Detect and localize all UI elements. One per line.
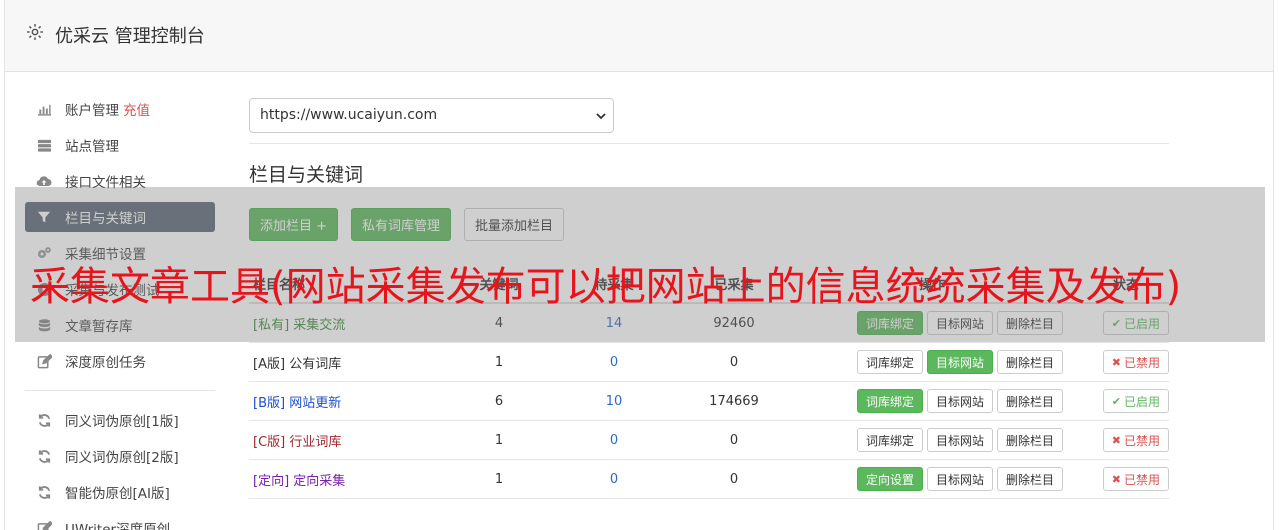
keyword-count: 1: [494, 471, 504, 487]
sidebar-item[interactable]: UWriter深度原创: [25, 513, 215, 530]
status-toggle[interactable]: ✖ 已禁用: [1102, 467, 1169, 491]
delete-column-button[interactable]: 删除栏目: [997, 389, 1064, 413]
column-tag: [B版]: [253, 395, 286, 411]
status-label: 已启用: [1123, 394, 1160, 409]
pending-count[interactable]: 0: [539, 355, 669, 370]
collected-count: 0: [729, 354, 739, 370]
target-site-button[interactable]: 目标网站: [927, 467, 994, 491]
recharge-link[interactable]: 充值: [123, 99, 150, 119]
bind-lib-button[interactable]: 定向设置: [857, 467, 924, 491]
sidebar-item-label: 同义词伪原创[2版]: [65, 450, 179, 466]
status-cell: ✖ 已禁用: [1059, 467, 1169, 491]
keyword-count: 1: [494, 432, 504, 448]
row-actions: 定向设置 目标网站 删除栏目: [799, 467, 1064, 491]
main-content: https://www.ucaiyun.com 栏目与关键词 添加栏目 + 私有…: [249, 98, 1169, 499]
column-tag: [A版]: [253, 356, 286, 372]
table-row: [定向] 定向采集 1 0 0 定向设置 目标网站 删除栏目 ✖ 已禁用: [249, 460, 1169, 499]
refresh-icon: [35, 411, 53, 429]
column-title: 行业词库: [289, 434, 342, 450]
check-icon: ✔: [1111, 394, 1121, 408]
cross-icon: ✖: [1111, 355, 1121, 369]
status-toggle[interactable]: ✖ 已禁用: [1102, 428, 1169, 452]
keyword-count: 6: [494, 393, 504, 409]
row-actions: 词库绑定 目标网站 删除栏目: [799, 428, 1064, 452]
page-title: 优采云 管理控制台: [55, 26, 205, 47]
column-name[interactable]: [定向] 定向采集: [249, 470, 419, 489]
target-site-button[interactable]: 目标网站: [927, 428, 994, 452]
bar-chart-icon: [35, 100, 53, 118]
status-toggle[interactable]: ✖ 已禁用: [1102, 350, 1169, 374]
site-select[interactable]: https://www.ucaiyun.com: [249, 98, 614, 133]
section-title: 栏目与关键词: [249, 164, 364, 186]
sidebar-item[interactable]: 智能伪原创[AI版]: [25, 477, 215, 507]
site-select-value: https://www.ucaiyun.com: [260, 107, 438, 123]
edit-icon: [35, 352, 53, 370]
status-cell: ✖ 已禁用: [1059, 428, 1169, 452]
row-actions: 词库绑定 目标网站 删除栏目: [799, 389, 1064, 413]
delete-column-button[interactable]: 删除栏目: [997, 350, 1064, 374]
collected-count: 0: [729, 471, 739, 487]
column-title: 网站更新: [289, 395, 342, 411]
keyword-count: 1: [494, 354, 504, 370]
table-row: [B版] 网站更新 6 10 174669 词库绑定 目标网站 删除栏目 ✔ 已启用: [249, 382, 1169, 421]
row-actions: 词库绑定 目标网站 删除栏目: [799, 350, 1064, 374]
sidebar-item-label: 智能伪原创[AI版]: [65, 486, 170, 502]
status-cell: ✖ 已禁用: [1059, 350, 1169, 374]
collected-count: 0: [729, 432, 739, 448]
cross-icon: ✖: [1111, 472, 1121, 486]
sidebar-item[interactable]: 同义词伪原创[1版]: [25, 405, 215, 435]
column-tag: [定向]: [253, 473, 290, 489]
status-label: 已禁用: [1123, 433, 1160, 448]
sidebar-item[interactable]: 账户管理 充值: [25, 94, 215, 124]
bind-lib-button[interactable]: 词库绑定: [857, 428, 924, 452]
column-tag: [C版]: [253, 434, 286, 450]
sidebar-item-label: 深度原创任务: [65, 355, 146, 371]
delete-column-button[interactable]: 删除栏目: [997, 428, 1064, 452]
sidebar-item-label: UWriter深度原创: [65, 522, 171, 530]
sidebar-item[interactable]: 同义词伪原创[2版]: [25, 441, 215, 471]
sidebar-item-label: 站点管理: [65, 139, 119, 155]
pending-count[interactable]: 0: [539, 472, 669, 487]
status-cell: ✔ 已启用: [1059, 389, 1169, 413]
chevron-down-icon: [596, 113, 606, 120]
divider: [249, 143, 1169, 144]
status-label: 已禁用: [1123, 472, 1160, 487]
status-toggle[interactable]: ✔ 已启用: [1102, 389, 1169, 413]
column-title: 公有词库: [289, 356, 342, 372]
sidebar-item[interactable]: 站点管理: [25, 130, 215, 160]
delete-column-button[interactable]: 删除栏目: [997, 467, 1064, 491]
bind-lib-button[interactable]: 词库绑定: [857, 389, 924, 413]
column-name[interactable]: [C版] 行业词库: [249, 431, 419, 450]
refresh-icon: [35, 447, 53, 465]
sidebar-item-label: 同义词伪原创[1版]: [65, 414, 179, 430]
server-icon: [35, 136, 53, 154]
column-title: 定向采集: [293, 473, 346, 489]
target-site-button[interactable]: 目标网站: [927, 389, 994, 413]
column-name[interactable]: [A版] 公有词库: [249, 353, 419, 372]
cross-icon: ✖: [1111, 433, 1121, 447]
pending-count[interactable]: 0: [539, 433, 669, 448]
collected-count: 174669: [709, 393, 759, 409]
column-name[interactable]: [B版] 网站更新: [249, 392, 419, 411]
edit-icon: [35, 519, 53, 530]
bind-lib-button[interactable]: 词库绑定: [857, 350, 924, 374]
table-row: [C版] 行业词库 1 0 0 词库绑定 目标网站 删除栏目 ✖ 已禁用: [249, 421, 1169, 460]
sidebar-divider: [25, 390, 215, 391]
table-row: [A版] 公有词库 1 0 0 词库绑定 目标网站 删除栏目 ✖ 已禁用: [249, 343, 1169, 382]
gear-icon: [27, 24, 43, 40]
sidebar-item-label: 账户管理: [65, 103, 119, 119]
refresh-icon: [35, 483, 53, 501]
pending-count[interactable]: 10: [539, 394, 669, 409]
header: 优采云 管理控制台: [5, 0, 1273, 72]
sidebar-item[interactable]: 深度原创任务: [25, 346, 215, 376]
status-label: 已禁用: [1123, 355, 1160, 370]
target-site-button[interactable]: 目标网站: [927, 350, 994, 374]
overlay-caption: 采集文章工具(网站采集发布可以把网站上的信息统统采集及发布): [30, 264, 1182, 310]
